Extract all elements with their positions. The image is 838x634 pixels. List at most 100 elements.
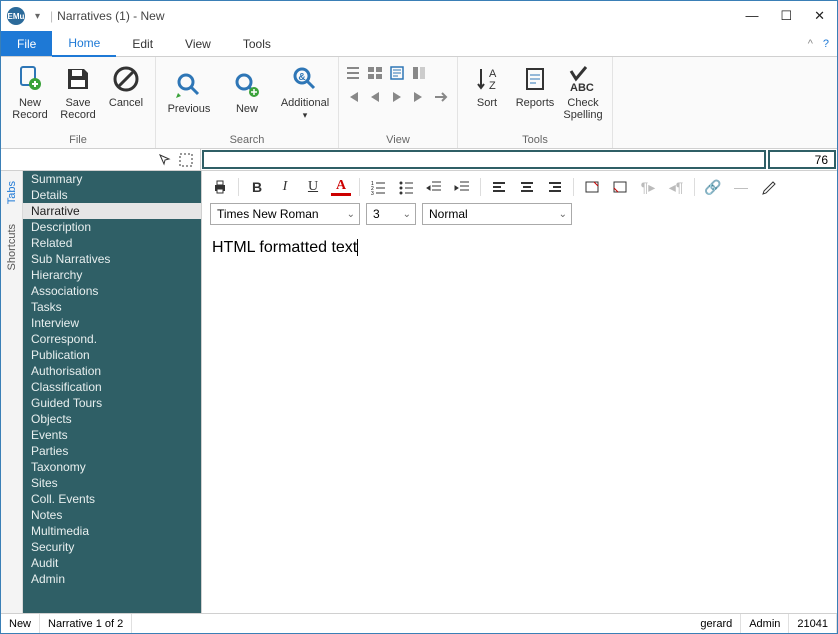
- sort-icon: AZ: [471, 63, 503, 95]
- svg-text:3: 3: [371, 191, 374, 195]
- svg-text:Z: Z: [489, 80, 496, 92]
- insert-object-button[interactable]: [610, 177, 630, 197]
- formula-input[interactable]: [202, 150, 766, 169]
- status-bar: New Narrative 1 of 2 gerard Admin 21041: [1, 613, 837, 633]
- nav-first-icon[interactable]: [345, 89, 363, 107]
- nav-go-icon[interactable]: [433, 89, 451, 107]
- sidebar-item-coll-events[interactable]: Coll. Events: [23, 491, 201, 507]
- ribbon-collapse-icon[interactable]: ^: [808, 38, 813, 50]
- tab-view[interactable]: View: [169, 31, 227, 56]
- sidebar-item-authorisation[interactable]: Authorisation: [23, 363, 201, 379]
- sidebar-item-narrative[interactable]: Narrative: [23, 203, 201, 219]
- new-search-button[interactable]: New: [220, 65, 274, 115]
- qat-dropdown-icon[interactable]: ▾: [35, 11, 40, 22]
- maximize-button[interactable]: ☐: [780, 8, 792, 24]
- sort-button[interactable]: AZ Sort: [464, 59, 510, 109]
- tab-edit[interactable]: Edit: [116, 31, 169, 56]
- minimize-button[interactable]: —: [745, 8, 758, 24]
- sidebar-item-sub-narratives[interactable]: Sub Narratives: [23, 251, 201, 267]
- editor-text: HTML formatted text: [212, 239, 357, 256]
- side-tab-shortcuts[interactable]: Shortcuts: [6, 224, 18, 270]
- svg-text:&: &: [298, 72, 305, 83]
- editor-selects: Times New Roman⌄ 3⌄ Normal⌄: [202, 201, 837, 231]
- sidebar-item-sites[interactable]: Sites: [23, 475, 201, 491]
- search-previous-icon: [173, 69, 205, 101]
- sidebar-item-hierarchy[interactable]: Hierarchy: [23, 267, 201, 283]
- link-button[interactable]: 🔗: [703, 177, 723, 197]
- view-list-icon[interactable]: [345, 65, 363, 83]
- sidebar-item-taxonomy[interactable]: Taxonomy: [23, 459, 201, 475]
- sidebar-item-correspond-[interactable]: Correspond.: [23, 331, 201, 347]
- text-caret: [357, 239, 358, 256]
- titlebar-separator: |: [50, 9, 53, 23]
- align-center-button[interactable]: [517, 177, 537, 197]
- check-spelling-button[interactable]: ABC Check Spelling: [560, 59, 606, 121]
- ordered-list-button[interactable]: 123: [368, 177, 388, 197]
- sidebar-item-description[interactable]: Description: [23, 219, 201, 235]
- pointer-icon[interactable]: [158, 153, 172, 167]
- sidebar-item-tasks[interactable]: Tasks: [23, 299, 201, 315]
- view-detail-icon[interactable]: [389, 65, 407, 83]
- bold-button[interactable]: B: [247, 177, 267, 197]
- new-record-button[interactable]: New Record: [7, 59, 53, 121]
- chevron-down-icon: ⌄: [403, 209, 411, 220]
- sidebar-item-classification[interactable]: Classification: [23, 379, 201, 395]
- font-size-select[interactable]: 3⌄: [366, 203, 416, 225]
- save-record-button[interactable]: Save Record: [55, 59, 101, 121]
- edit-html-button[interactable]: [759, 177, 779, 197]
- sidebar-item-admin[interactable]: Admin: [23, 571, 201, 587]
- sidebar-item-guided-tours[interactable]: Guided Tours: [23, 395, 201, 411]
- ltr-button[interactable]: ¶▸: [638, 177, 658, 197]
- rtl-button[interactable]: ◂¶: [666, 177, 686, 197]
- cancel-icon: [110, 63, 142, 95]
- font-select[interactable]: Times New Roman⌄: [210, 203, 360, 225]
- sidebar-item-security[interactable]: Security: [23, 539, 201, 555]
- unordered-list-button[interactable]: [396, 177, 416, 197]
- sidebar-item-details[interactable]: Details: [23, 187, 201, 203]
- ribbon-group-tools: AZ Sort Reports ABC Check Spelling Tools: [458, 57, 613, 148]
- align-left-button[interactable]: [489, 177, 509, 197]
- nav-prev-icon[interactable]: [367, 89, 385, 107]
- sidebar-item-related[interactable]: Related: [23, 235, 201, 251]
- align-right-button[interactable]: [545, 177, 565, 197]
- previous-search-button[interactable]: Previous: [162, 65, 216, 115]
- close-button[interactable]: ✕: [814, 8, 825, 24]
- tab-file[interactable]: File: [1, 31, 52, 56]
- underline-button[interactable]: U: [303, 177, 323, 197]
- nav-next-icon[interactable]: [389, 89, 407, 107]
- view-cards-icon[interactable]: [367, 65, 385, 83]
- view-form-icon[interactable]: [411, 65, 429, 83]
- sidebar-item-summary[interactable]: Summary: [23, 171, 201, 187]
- style-select[interactable]: Normal⌄: [422, 203, 572, 225]
- font-color-button[interactable]: A: [331, 178, 351, 196]
- tab-home[interactable]: Home: [52, 31, 116, 57]
- insert-image-button[interactable]: [582, 177, 602, 197]
- sidebar-item-audit[interactable]: Audit: [23, 555, 201, 571]
- indent-button[interactable]: [452, 177, 472, 197]
- sidebar-item-notes[interactable]: Notes: [23, 507, 201, 523]
- sidebar-item-parties[interactable]: Parties: [23, 443, 201, 459]
- formula-bar: 76: [1, 149, 837, 171]
- tab-tools[interactable]: Tools: [227, 31, 287, 56]
- ribbon-help-icon[interactable]: ?: [823, 38, 829, 50]
- hr-button[interactable]: —: [731, 177, 751, 197]
- sidebar: SummaryDetailsNarrativeDescriptionRelate…: [23, 171, 201, 613]
- marquee-icon[interactable]: [178, 152, 194, 168]
- sidebar-item-associations[interactable]: Associations: [23, 283, 201, 299]
- additional-search-button[interactable]: & Additional▾: [278, 59, 332, 121]
- print-icon[interactable]: [210, 177, 230, 197]
- sidebar-item-events[interactable]: Events: [23, 427, 201, 443]
- sidebar-item-interview[interactable]: Interview: [23, 315, 201, 331]
- outdent-button[interactable]: [424, 177, 444, 197]
- status-state: New: [1, 614, 40, 633]
- sidebar-item-publication[interactable]: Publication: [23, 347, 201, 363]
- editor-area[interactable]: HTML formatted text: [202, 231, 837, 613]
- nav-last-icon[interactable]: [411, 89, 429, 107]
- sidebar-item-objects[interactable]: Objects: [23, 411, 201, 427]
- italic-button[interactable]: I: [275, 177, 295, 197]
- side-tab-tabs[interactable]: Tabs: [6, 181, 18, 204]
- cancel-button[interactable]: Cancel: [103, 59, 149, 109]
- reports-button[interactable]: Reports: [512, 59, 558, 109]
- sidebar-item-multimedia[interactable]: Multimedia: [23, 523, 201, 539]
- side-tab-strip: Tabs Shortcuts: [1, 171, 23, 613]
